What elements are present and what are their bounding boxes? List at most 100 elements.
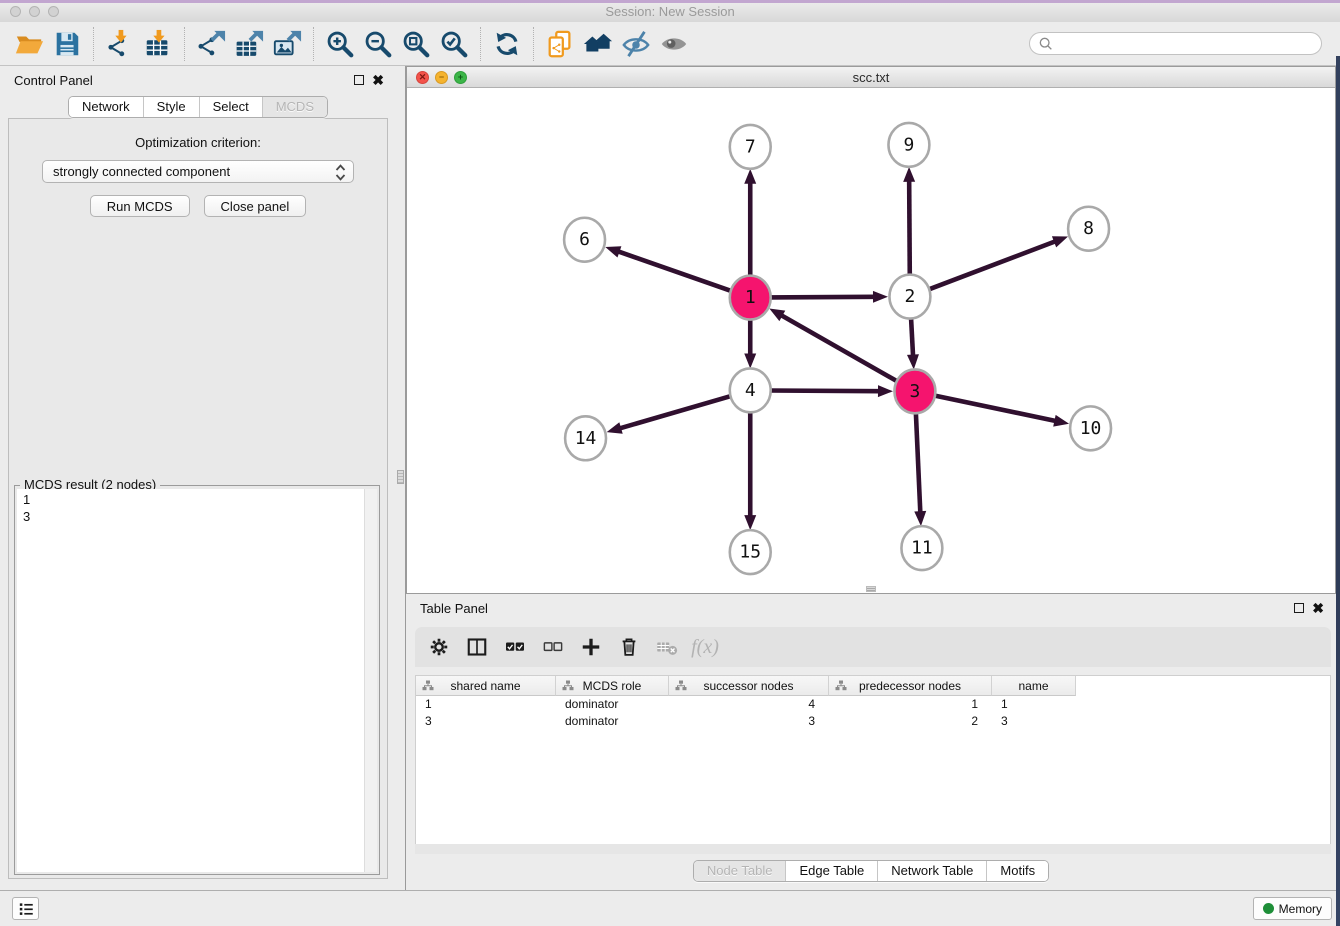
table-row[interactable]: 3dominator323 bbox=[416, 713, 1330, 730]
tab-mcds[interactable]: MCDS bbox=[262, 97, 327, 117]
column-header-predecessor-nodes[interactable]: predecessor nodes bbox=[829, 676, 992, 696]
edge-3-11[interactable] bbox=[914, 409, 926, 526]
export-table-button[interactable] bbox=[230, 25, 268, 63]
add-row-button[interactable] bbox=[575, 631, 607, 663]
edge-3-10[interactable] bbox=[932, 395, 1069, 426]
close-panel-button[interactable]: Close panel bbox=[204, 195, 307, 217]
column-header-MCDS-role[interactable]: MCDS role bbox=[556, 676, 669, 696]
cell[interactable]: dominator bbox=[556, 696, 669, 713]
tab-style[interactable]: Style bbox=[143, 97, 199, 117]
export-image-button[interactable] bbox=[268, 25, 306, 63]
tab-node-table[interactable]: Node Table bbox=[694, 861, 786, 881]
node-7[interactable]: 7 bbox=[730, 125, 771, 169]
export-network-button[interactable] bbox=[192, 25, 230, 63]
edge-3-1[interactable] bbox=[769, 308, 899, 382]
refresh-button[interactable] bbox=[488, 25, 526, 63]
delete-row-button[interactable] bbox=[613, 631, 645, 663]
column-header-shared-name[interactable]: shared name bbox=[416, 676, 556, 696]
zoom-fit-button[interactable] bbox=[397, 25, 435, 63]
control-panel-close-button[interactable]: ✖ bbox=[372, 74, 384, 86]
cell[interactable]: 2 bbox=[829, 713, 992, 730]
node-8[interactable]: 8 bbox=[1068, 207, 1109, 251]
memory-button[interactable]: Memory bbox=[1253, 897, 1332, 920]
tab-network-table[interactable]: Network Table bbox=[877, 861, 986, 881]
split-view-button[interactable] bbox=[461, 631, 493, 663]
tab-edge-table[interactable]: Edge Table bbox=[785, 861, 877, 881]
edge-4-3[interactable] bbox=[768, 385, 893, 397]
delete-row-icon bbox=[617, 635, 641, 659]
node-6[interactable]: 6 bbox=[564, 218, 605, 262]
houses-button[interactable] bbox=[579, 25, 617, 63]
zoom-in-button[interactable] bbox=[321, 25, 359, 63]
cell[interactable]: 4 bbox=[669, 696, 829, 713]
import-network-button[interactable] bbox=[101, 25, 139, 63]
table-row[interactable]: 1dominator411 bbox=[416, 696, 1330, 713]
node-11[interactable]: 11 bbox=[901, 526, 942, 570]
node-3[interactable]: 3 bbox=[894, 369, 935, 413]
panel-splitter[interactable] bbox=[396, 66, 406, 890]
edge-4-14[interactable] bbox=[607, 395, 733, 433]
tab-network[interactable]: Network bbox=[69, 97, 143, 117]
network-window-titlebar: ✕ − + scc.txt bbox=[407, 67, 1335, 88]
node-1[interactable]: 1 bbox=[730, 276, 771, 320]
import-table-button[interactable] bbox=[139, 25, 177, 63]
edge-2-9[interactable] bbox=[903, 167, 915, 279]
cell[interactable]: 3 bbox=[669, 713, 829, 730]
node-table[interactable]: shared nameMCDS rolesuccessor nodesprede… bbox=[415, 675, 1331, 846]
mcds-result-area[interactable]: 1 3 bbox=[17, 489, 377, 872]
zoom-out-button[interactable] bbox=[359, 25, 397, 63]
network-canvas[interactable]: 1 2 3 4 6 7 8 9 10 11 14 15 bbox=[407, 88, 1335, 593]
eye-hidden-button[interactable] bbox=[617, 25, 655, 63]
column-header-name[interactable]: name bbox=[992, 676, 1076, 696]
node-14[interactable]: 14 bbox=[565, 416, 606, 460]
cell[interactable]: dominator bbox=[556, 713, 669, 730]
select-all-button[interactable] bbox=[499, 631, 531, 663]
task-history-button[interactable] bbox=[12, 897, 39, 920]
tab-select[interactable]: Select bbox=[199, 97, 262, 117]
clone-document-button[interactable] bbox=[541, 25, 579, 63]
edge-2-8[interactable] bbox=[927, 236, 1068, 290]
main-titlebar: Session: New Session bbox=[0, 0, 1340, 22]
run-mcds-button[interactable]: Run MCDS bbox=[90, 195, 190, 217]
status-bar: Memory bbox=[0, 890, 1340, 926]
open-folder-button[interactable] bbox=[10, 25, 48, 63]
node-15[interactable]: 15 bbox=[730, 530, 771, 574]
edge-1-4[interactable] bbox=[744, 316, 756, 369]
edge-1-7[interactable] bbox=[744, 169, 756, 280]
cell[interactable]: 1 bbox=[416, 696, 556, 713]
eye-button[interactable] bbox=[655, 25, 693, 63]
criterion-select[interactable]: strongly connected component bbox=[42, 160, 354, 183]
node-2[interactable]: 2 bbox=[889, 275, 930, 319]
search-input[interactable] bbox=[1057, 35, 1313, 53]
cell[interactable]: 1 bbox=[829, 696, 992, 713]
edge-1-6[interactable] bbox=[605, 246, 733, 291]
splitter-grab-handle[interactable] bbox=[397, 470, 404, 484]
export-image-icon bbox=[272, 29, 302, 59]
edge-2-3[interactable] bbox=[907, 315, 919, 370]
save-button[interactable] bbox=[48, 25, 86, 63]
edge-1-2[interactable] bbox=[768, 291, 888, 303]
node-9[interactable]: 9 bbox=[888, 123, 929, 167]
toolbar-separator bbox=[313, 27, 314, 61]
mcds-result-scrollbar[interactable] bbox=[364, 489, 377, 872]
tab-motifs[interactable]: Motifs bbox=[986, 861, 1048, 881]
node-label: 8 bbox=[1083, 218, 1094, 239]
eye-icon bbox=[659, 29, 689, 59]
node-4[interactable]: 4 bbox=[730, 368, 771, 412]
deselect-all-button[interactable] bbox=[537, 631, 569, 663]
cell[interactable]: 3 bbox=[416, 713, 556, 730]
network-table-splitter-handle[interactable] bbox=[866, 586, 876, 592]
column-header-successor-nodes[interactable]: successor nodes bbox=[669, 676, 829, 696]
table-panel-float-button[interactable] bbox=[1294, 603, 1304, 613]
cell[interactable]: 1 bbox=[992, 696, 1076, 713]
table-panel-close-button[interactable]: ✖ bbox=[1312, 602, 1324, 614]
settings-button[interactable] bbox=[423, 631, 455, 663]
control-panel-tabs: NetworkStyleSelectMCDS bbox=[0, 96, 396, 118]
node-10[interactable]: 10 bbox=[1070, 406, 1111, 450]
search-box[interactable] bbox=[1029, 32, 1322, 55]
edge-4-15[interactable] bbox=[744, 408, 756, 530]
zoom-selected-button[interactable] bbox=[435, 25, 473, 63]
cell[interactable]: 3 bbox=[992, 713, 1076, 730]
mcds-result-text: 1 3 bbox=[17, 489, 377, 527]
control-panel-float-button[interactable] bbox=[354, 75, 364, 85]
